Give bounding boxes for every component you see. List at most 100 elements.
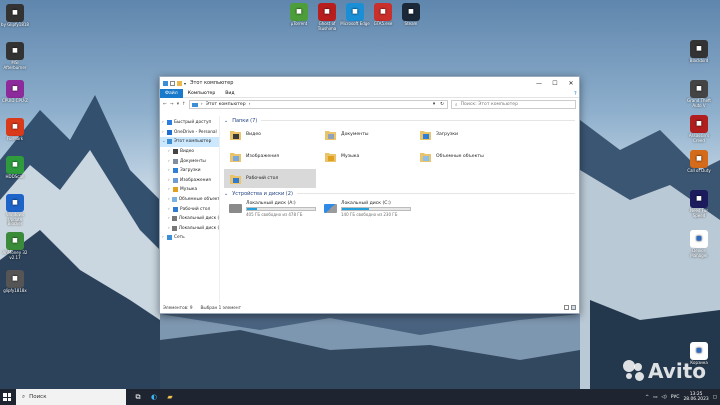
- help-icon[interactable]: ?: [569, 90, 579, 97]
- drives-group-header[interactable]: ⌄ Устройства и диски (2): [222, 189, 579, 198]
- folder-tile[interactable]: Видео: [224, 125, 316, 144]
- chevron-right-icon[interactable]: ›: [168, 149, 171, 154]
- address-chevron-after[interactable]: ›: [249, 102, 251, 107]
- desktop-shortcut[interactable]: ■ Device Manager: [684, 230, 714, 258]
- search-box[interactable]: ⌕ Поиск: Этот компьютер: [451, 100, 576, 109]
- chevron-right-icon[interactable]: ›: [168, 197, 170, 202]
- folder-tile[interactable]: Изображения: [224, 147, 316, 166]
- chevron-right-icon[interactable]: ›: [168, 168, 171, 173]
- folder-tile[interactable]: Рабочий стол: [224, 169, 316, 188]
- desktop-shortcut[interactable]: ■ Call of Duty: [684, 150, 714, 174]
- maximize-button[interactable]: ☐: [547, 77, 563, 89]
- desktop-shortcut[interactable]: ■ Grand Theft Auto V: [684, 80, 714, 108]
- details-view-icon[interactable]: [564, 305, 569, 310]
- dropdown-icon[interactable]: ▾: [184, 81, 186, 86]
- desktop-shortcut[interactable]: ■ by Glipfy1818: [0, 4, 30, 28]
- afterburner-icon: ■: [6, 42, 24, 60]
- up-icon[interactable]: ↑: [182, 102, 186, 107]
- sidebar-item[interactable]: › Загрузки: [160, 166, 219, 176]
- drive-tile[interactable]: Локальный диск (C:) 140 ГБ свободно из 23…: [319, 199, 411, 219]
- notifications-icon[interactable]: ▢: [713, 395, 717, 400]
- sidebar-item-label: Изображения: [180, 177, 211, 183]
- sidebar-item[interactable]: ⌄ Этот компьютер: [160, 137, 219, 147]
- sidebar-item[interactable]: › Документы: [160, 156, 219, 166]
- tab-computer[interactable]: Компьютер: [183, 89, 221, 98]
- chevron-right-icon[interactable]: ⌄: [162, 139, 166, 144]
- chevron-right-icon[interactable]: ›: [168, 187, 171, 192]
- refresh-icon[interactable]: ↻: [440, 102, 447, 107]
- large-icons-view-icon[interactable]: [571, 305, 576, 310]
- sidebar-item[interactable]: › Объемные объекты: [160, 195, 219, 205]
- network-tray-icon[interactable]: ▭: [653, 395, 657, 400]
- status-bar: Элементов: 9 Выбран 1 элемент: [160, 302, 579, 313]
- desktop-shortcut[interactable]: ■ Need For Speed: [684, 190, 714, 218]
- drive-tile[interactable]: Локальный диск (A:) 405 ГБ свободно из 47…: [224, 199, 316, 219]
- tab-file[interactable]: Файл: [160, 88, 183, 98]
- title-bar[interactable]: ▾ Этот компьютер — ☐ ✕: [160, 77, 579, 89]
- desktop-shortcut[interactable]: ■ Assassin's Creed: [684, 115, 714, 143]
- desktop-shortcut[interactable]: ■ Blackbird: [684, 40, 714, 64]
- file-explorer-icon[interactable]: ▰: [162, 389, 178, 405]
- language-indicator[interactable]: РУС: [671, 395, 680, 400]
- desktop-shortcut[interactable]: ■ MSI Afterburner: [0, 42, 30, 70]
- avito-watermark: Avito: [623, 359, 706, 383]
- address-dropdown-icon[interactable]: ▾: [433, 102, 437, 107]
- sidebar-item[interactable]: › Быстрый доступ: [160, 118, 219, 128]
- volume-icon[interactable]: ◁): [661, 395, 666, 400]
- chevron-right-icon[interactable]: ›: [168, 178, 171, 183]
- chevron-right-icon[interactable]: ›: [162, 120, 165, 125]
- close-button[interactable]: ✕: [563, 77, 579, 89]
- desktop-shortcut[interactable]: ■ Ghost of Tsushima: [312, 3, 342, 31]
- file-explorer-window: ▾ Этот компьютер — ☐ ✕ Файл Компьютер Ви…: [159, 76, 580, 314]
- desktop-folder-icon: [173, 206, 178, 212]
- chevron-right-icon[interactable]: ›: [168, 159, 171, 164]
- edge-icon[interactable]: ◐: [146, 389, 162, 405]
- desktop-shortcut[interactable]: ■ FurMark: [0, 118, 30, 142]
- forward-icon[interactable]: →: [170, 102, 174, 107]
- sidebar-item[interactable]: › Музыка: [160, 185, 219, 195]
- sidebar-item[interactable]: › Локальный диск (C:: [160, 224, 219, 234]
- sidebar-item[interactable]: › Локальный диск (A:: [160, 214, 219, 224]
- task-view-icon[interactable]: ⧉: [130, 389, 146, 405]
- chevron-right-icon[interactable]: ›: [168, 226, 170, 231]
- desktop-shortcut[interactable]: ■ μTorrent: [284, 3, 314, 27]
- desktop-shortcut[interactable]: ■ GTA5.exe: [368, 3, 398, 27]
- desktop-shortcut[interactable]: ■ Windows Update Blocker: [0, 194, 30, 227]
- new-folder-icon[interactable]: [177, 80, 182, 86]
- desktop-shortcut[interactable]: ■ AnMoney 32 v2.17: [0, 232, 30, 260]
- tray-chevron-icon[interactable]: ^: [645, 395, 649, 400]
- folder-tile[interactable]: Объемные объекты: [414, 147, 506, 166]
- address-bar[interactable]: › Этот компьютер › ▾ ↻: [188, 100, 448, 109]
- desktop-shortcut[interactable]: ■ HDDScan: [0, 156, 30, 180]
- folder-tile[interactable]: Загрузки: [414, 125, 506, 144]
- sidebar-item[interactable]: › Сеть: [160, 233, 219, 243]
- sidebar-item[interactable]: › Изображения: [160, 176, 219, 186]
- chevron-right-icon[interactable]: ›: [162, 130, 165, 135]
- chevron-right-icon[interactable]: ›: [162, 235, 165, 240]
- start-button[interactable]: [3, 393, 11, 401]
- folder-tile[interactable]: Музыка: [319, 147, 411, 166]
- desktop-shortcut[interactable]: ■ Microsoft Edge: [340, 3, 370, 27]
- minimize-button[interactable]: —: [531, 77, 547, 89]
- app-icon: ■: [6, 4, 24, 22]
- chevron-right-icon[interactable]: ›: [168, 207, 171, 212]
- sidebar-item[interactable]: › OneDrive - Personal: [160, 128, 219, 138]
- wub-icon: ■: [6, 194, 24, 212]
- folder-tile[interactable]: Документы: [319, 125, 411, 144]
- properties-icon[interactable]: [170, 80, 175, 86]
- back-icon[interactable]: ←: [163, 102, 167, 107]
- sidebar-item[interactable]: › Видео: [160, 147, 219, 157]
- desktop-shortcut[interactable]: ■ glipfy1818x: [0, 270, 30, 294]
- taskbar-search[interactable]: ⌕ Поиск: [16, 389, 126, 405]
- sidebar-item[interactable]: › Рабочий стол: [160, 204, 219, 214]
- address-path[interactable]: Этот компьютер: [206, 102, 246, 107]
- chevron-right-icon[interactable]: ›: [168, 216, 170, 221]
- desktop-shortcut[interactable]: ■ CPUID CPU-Z: [0, 80, 30, 104]
- hdd-icon: [229, 204, 242, 213]
- desktop-shortcut[interactable]: ■ Steam: [396, 3, 426, 27]
- folders-group-header[interactable]: ⌄ Папки (7): [222, 116, 579, 125]
- clock[interactable]: 13:25 28.06.2023: [684, 392, 709, 403]
- recent-locations-icon[interactable]: ▾: [177, 102, 179, 107]
- tab-view[interactable]: Вид: [220, 89, 239, 98]
- sidebar-item-label: Загрузки: [180, 168, 201, 174]
